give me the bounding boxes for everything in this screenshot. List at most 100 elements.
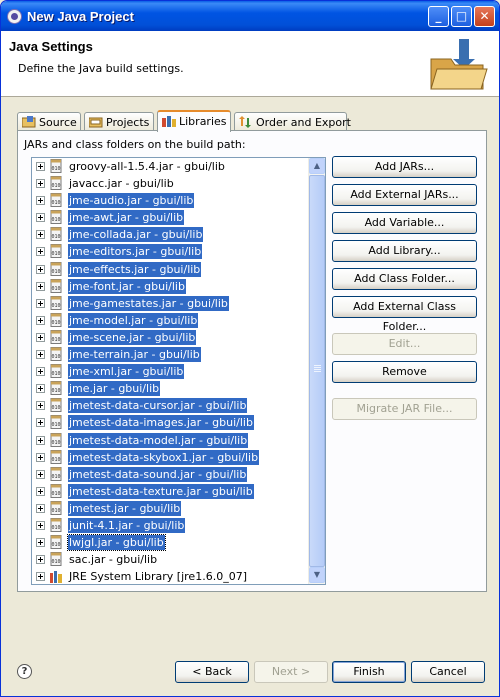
add-class-folder-button[interactable]: Add Class Folder...: [332, 268, 477, 290]
close-button[interactable]: ✕: [474, 6, 495, 27]
expand-toggle-icon[interactable]: [36, 179, 45, 189]
expand-toggle-icon[interactable]: [36, 469, 45, 479]
jre-library-icon: [50, 569, 63, 584]
library-list-item[interactable]: 010 jmetest.jar - gbui/lib: [32, 500, 308, 517]
library-list-item[interactable]: 010 jmetest-data-sound.jar - gbui/lib: [32, 466, 308, 483]
expand-toggle-icon[interactable]: [36, 520, 45, 530]
library-label: lwjgl.jar - gbui/lib: [67, 534, 166, 552]
edit-button[interactable]: Edit...: [332, 333, 477, 355]
add-library-button[interactable]: Add Library...: [332, 240, 477, 262]
tab-source[interactable]: Source: [17, 112, 81, 131]
minimize-button[interactable]: _: [428, 6, 449, 27]
help-icon[interactable]: ?: [17, 664, 32, 679]
library-list-item[interactable]: JRE System Library [jre1.6.0_07]: [32, 568, 308, 584]
migrate-jar-file-button[interactable]: Migrate JAR File...: [332, 398, 477, 420]
add-jars-button[interactable]: Add JARs...: [332, 156, 477, 178]
library-list-item[interactable]: 010 jme-effects.jar - gbui/lib: [32, 261, 308, 278]
library-label: jmetest-data-model.jar - gbui/lib: [68, 432, 249, 448]
expand-toggle-icon[interactable]: [36, 247, 45, 257]
library-label: jmetest-data-cursor.jar - gbui/lib: [68, 398, 248, 414]
expand-toggle-icon[interactable]: [36, 572, 45, 582]
eclipse-logo-icon: [7, 9, 22, 24]
page-description: Define the Java build settings.: [18, 62, 184, 75]
library-list-item[interactable]: 010 jme-collada.jar - gbui/lib: [32, 226, 308, 243]
expand-toggle-icon[interactable]: [36, 264, 45, 274]
library-list-item[interactable]: 010 groovy-all-1.5.4.jar - gbui/lib: [32, 158, 308, 175]
library-label: jme-model.jar - gbui/lib: [68, 312, 199, 328]
finish-button[interactable]: Finish: [332, 661, 406, 683]
expand-toggle-icon[interactable]: [36, 384, 45, 394]
expand-toggle-icon[interactable]: [36, 367, 45, 377]
cancel-button[interactable]: Cancel: [411, 661, 485, 683]
jar-file-icon: 010: [50, 517, 63, 532]
expand-toggle-icon[interactable]: [36, 298, 45, 308]
jar-file-icon: 010: [50, 278, 63, 293]
library-label: jmetest.jar - gbui/lib: [68, 500, 182, 516]
tab-label: Order and Export: [256, 116, 351, 129]
expand-toggle-icon[interactable]: [36, 435, 45, 445]
expand-toggle-icon[interactable]: [36, 315, 45, 325]
tab-projects[interactable]: Projects: [84, 112, 154, 131]
tab-order-and-export[interactable]: Order and Export: [234, 112, 351, 131]
library-list-item[interactable]: 010 jme-xml.jar - gbui/lib: [32, 363, 308, 380]
maximize-button[interactable]: □: [451, 6, 472, 27]
library-label: jme-effects.jar - gbui/lib: [68, 261, 202, 277]
library-list-item[interactable]: 010 jme-audio.jar - gbui/lib: [32, 192, 308, 209]
expand-toggle-icon[interactable]: [36, 196, 45, 206]
build-path-list[interactable]: 010 groovy-all-1.5.4.jar - gbui/lib 010 jav…: [31, 157, 326, 585]
svg-text:010: 010: [51, 217, 60, 223]
library-list-item[interactable]: 010 jme-editors.jar - gbui/lib: [32, 243, 308, 260]
tab-label: Libraries: [179, 115, 227, 128]
library-list-item[interactable]: 010 jmetest-data-images.jar - gbui/lib: [32, 414, 308, 431]
add-external-class-folder-button[interactable]: Add External Class Folder...: [332, 296, 477, 333]
svg-text:010: 010: [51, 559, 60, 565]
svg-text:010: 010: [51, 405, 60, 411]
scroll-down-button[interactable]: ▼: [309, 567, 325, 583]
back-button[interactable]: < Back: [175, 661, 249, 683]
jar-file-icon: 010: [50, 398, 63, 413]
library-list-item[interactable]: 010 lwjgl.jar - gbui/lib: [32, 534, 308, 552]
expand-toggle-icon[interactable]: [36, 350, 45, 360]
library-list-item[interactable]: 010 jme-model.jar - gbui/lib: [32, 312, 308, 329]
expand-toggle-icon[interactable]: [36, 162, 45, 171]
library-list-item[interactable]: 010 javacc.jar - gbui/lib: [32, 175, 308, 192]
library-list-item[interactable]: 010 jme-awt.jar - gbui/lib: [32, 209, 308, 226]
add-external-jars-button[interactable]: Add External JARs...: [332, 184, 477, 206]
scroll-thumb[interactable]: [309, 175, 325, 567]
thumb-grip: [314, 367, 321, 368]
expand-toggle-icon[interactable]: [36, 452, 45, 462]
expand-toggle-icon[interactable]: [36, 281, 45, 291]
library-list-item[interactable]: 010 junit-4.1.jar - gbui/lib: [32, 517, 308, 534]
library-list-item[interactable]: 010 jmetest-data-texture.jar - gbui/lib: [32, 483, 308, 500]
expand-toggle-icon[interactable]: [36, 230, 45, 240]
library-list-item[interactable]: 010 jme.jar - gbui/lib: [32, 380, 308, 397]
library-list-item[interactable]: 010 sac.jar - gbui/lib: [32, 551, 308, 568]
next-button[interactable]: Next >: [254, 661, 328, 683]
library-label: javacc.jar - gbui/lib: [69, 177, 174, 191]
library-list-item[interactable]: 010 jmetest-data-skybox1.jar - gbui/lib: [32, 449, 308, 466]
expand-toggle-icon[interactable]: [36, 555, 45, 565]
expand-toggle-icon[interactable]: [36, 503, 45, 513]
expand-toggle-icon[interactable]: [36, 332, 45, 342]
library-list-item[interactable]: 010 jme-scene.jar - gbui/lib: [32, 329, 308, 346]
expand-toggle-icon[interactable]: [36, 538, 45, 548]
jar-file-icon: 010: [50, 159, 63, 173]
vertical-scrollbar[interactable]: ▲ ▼: [308, 158, 325, 584]
scroll-up-button[interactable]: ▲: [309, 158, 325, 174]
library-list-item[interactable]: 010 jme-font.jar - gbui/lib: [32, 278, 308, 295]
expand-toggle-icon[interactable]: [36, 213, 45, 223]
title-bar[interactable]: New Java Project _ □ ✕: [1, 1, 499, 31]
svg-text:010: 010: [51, 251, 60, 257]
expand-toggle-icon[interactable]: [36, 418, 45, 428]
library-list-item[interactable]: 010 jme-terrain.jar - gbui/lib: [32, 346, 308, 363]
expand-toggle-icon[interactable]: [36, 401, 45, 411]
tab-libraries[interactable]: Libraries: [157, 110, 231, 132]
library-list-item[interactable]: 010 jmetest-data-cursor.jar - gbui/lib: [32, 397, 308, 414]
page-title: Java Settings: [9, 39, 93, 54]
expand-toggle-icon[interactable]: [36, 486, 45, 496]
add-variable-button[interactable]: Add Variable...: [332, 212, 477, 234]
library-list-item[interactable]: 010 jme-gamestates.jar - gbui/lib: [32, 295, 308, 312]
library-list-item[interactable]: 010 jmetest-data-model.jar - gbui/lib: [32, 432, 308, 449]
jar-file-icon: 010: [50, 535, 63, 550]
remove-button[interactable]: Remove: [332, 361, 477, 383]
